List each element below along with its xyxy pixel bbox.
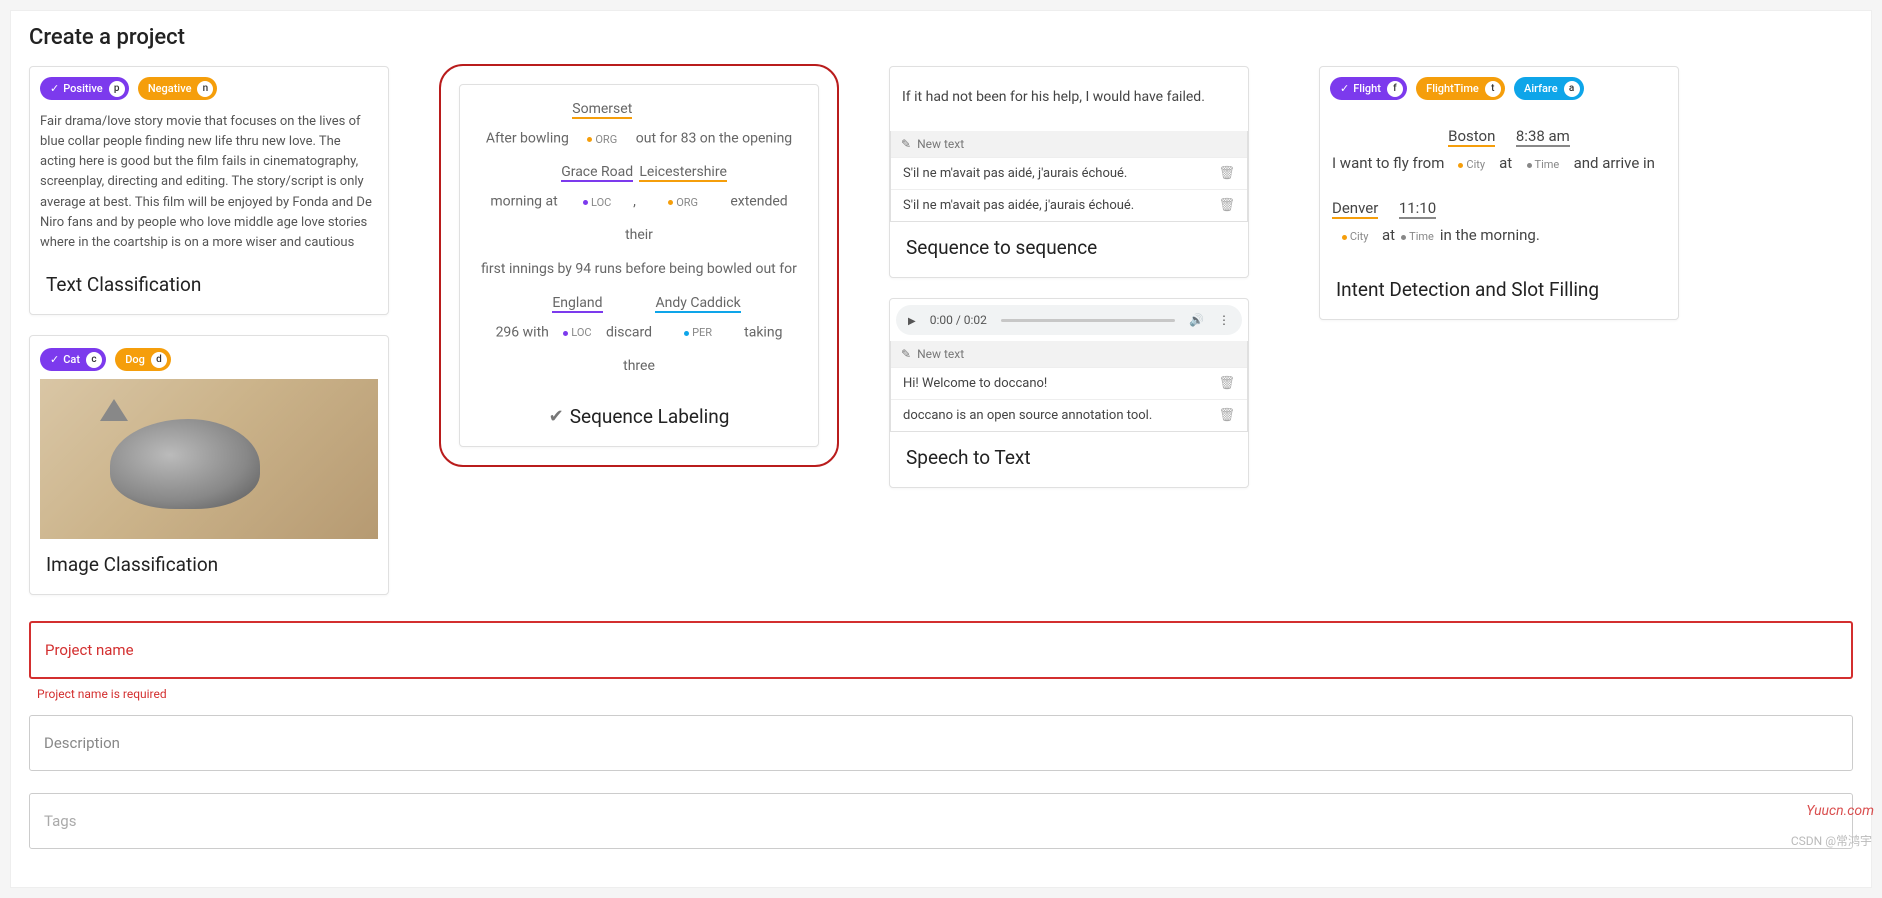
project-name-error: Project name is required — [37, 687, 1853, 701]
translation-row: S'il ne m'avait pas aidée, j'aurais écho… — [891, 189, 1247, 221]
audio-time: 0:00 / 0:02 — [930, 313, 987, 327]
volume-icon[interactable] — [1189, 313, 1204, 327]
card-title-speech: Speech to Text — [890, 432, 1248, 487]
card-grid: Positivep Negativen Fair drama/love stor… — [29, 66, 1853, 595]
pencil-icon — [901, 137, 911, 151]
chip-negative[interactable]: Negativen — [138, 77, 218, 100]
pencil-icon — [901, 347, 911, 361]
page-title: Create a project — [29, 25, 1853, 50]
delete-icon[interactable]: 🗑 — [1218, 198, 1235, 213]
tags-input[interactable]: Tags — [29, 793, 1853, 849]
csdn-credit: CSDN @常鸿宇 — [1791, 832, 1872, 849]
card-title-image-class: Image Classification — [30, 539, 388, 594]
text-class-sample: Fair drama/love story movie that focuses… — [40, 112, 378, 253]
watermark: Yuucn.com — [1806, 803, 1874, 819]
card-title-text-class: Text Classification — [30, 259, 388, 314]
card-title-seq-label: Sequence Labeling — [570, 405, 730, 428]
description-input[interactable]: Description — [29, 715, 1853, 771]
project-name-input[interactable]: Project name — [29, 621, 1853, 679]
new-text-label[interactable]: New text — [917, 137, 964, 151]
delete-icon[interactable]: 🗑 — [1218, 376, 1235, 391]
card-title-intent-slot: Intent Detection and Slot Filling — [1320, 264, 1678, 319]
card-text-classification[interactable]: Positivep Negativen Fair drama/love stor… — [29, 66, 389, 315]
seq2seq-source: If it had not been for his help, I would… — [890, 67, 1248, 131]
card-image-classification[interactable]: Catc Dogd Image Classification — [29, 335, 389, 595]
card-speech-to-text[interactable]: 0:00 / 0:02 New text Hi! Welcome to docc… — [889, 298, 1249, 488]
chip-airfare[interactable]: Airfarea — [1514, 77, 1584, 100]
create-project-page: Create a project Positivep Negativen Fai… — [10, 10, 1872, 888]
new-text-label[interactable]: New text — [917, 347, 964, 361]
chip-dog[interactable]: Dogd — [115, 348, 171, 371]
transcript-row: doccano is an open source annotation too… — [891, 399, 1247, 431]
delete-icon[interactable]: 🗑 — [1218, 166, 1235, 181]
delete-icon[interactable]: 🗑 — [1218, 408, 1235, 423]
more-icon[interactable] — [1218, 313, 1230, 327]
play-icon[interactable] — [908, 313, 916, 327]
chip-flighttime[interactable]: FlightTimet — [1416, 77, 1505, 100]
card-title-seq2seq: Sequence to sequence — [890, 222, 1248, 277]
transcript-row: Hi! Welcome to doccano!🗑 — [891, 367, 1247, 399]
chip-flight[interactable]: Flightf — [1330, 77, 1407, 100]
sample-image — [40, 379, 378, 539]
translation-row: S'il ne m'avait pas aidé, j'aurais échou… — [891, 157, 1247, 189]
chip-cat[interactable]: Catc — [40, 348, 106, 371]
card-seq2seq[interactable]: If it had not been for his help, I would… — [889, 66, 1249, 278]
check-icon: ✔ — [549, 406, 564, 427]
chip-positive[interactable]: Positivep — [40, 77, 129, 100]
audio-player[interactable]: 0:00 / 0:02 — [896, 305, 1242, 335]
card-intent-slot[interactable]: Flightf FlightTimet Airfarea I want to f… — [1319, 66, 1679, 320]
card-sequence-labeling[interactable]: After bowling SomersetORG out for 83 on … — [459, 84, 819, 447]
audio-seekbar[interactable] — [1001, 319, 1175, 322]
